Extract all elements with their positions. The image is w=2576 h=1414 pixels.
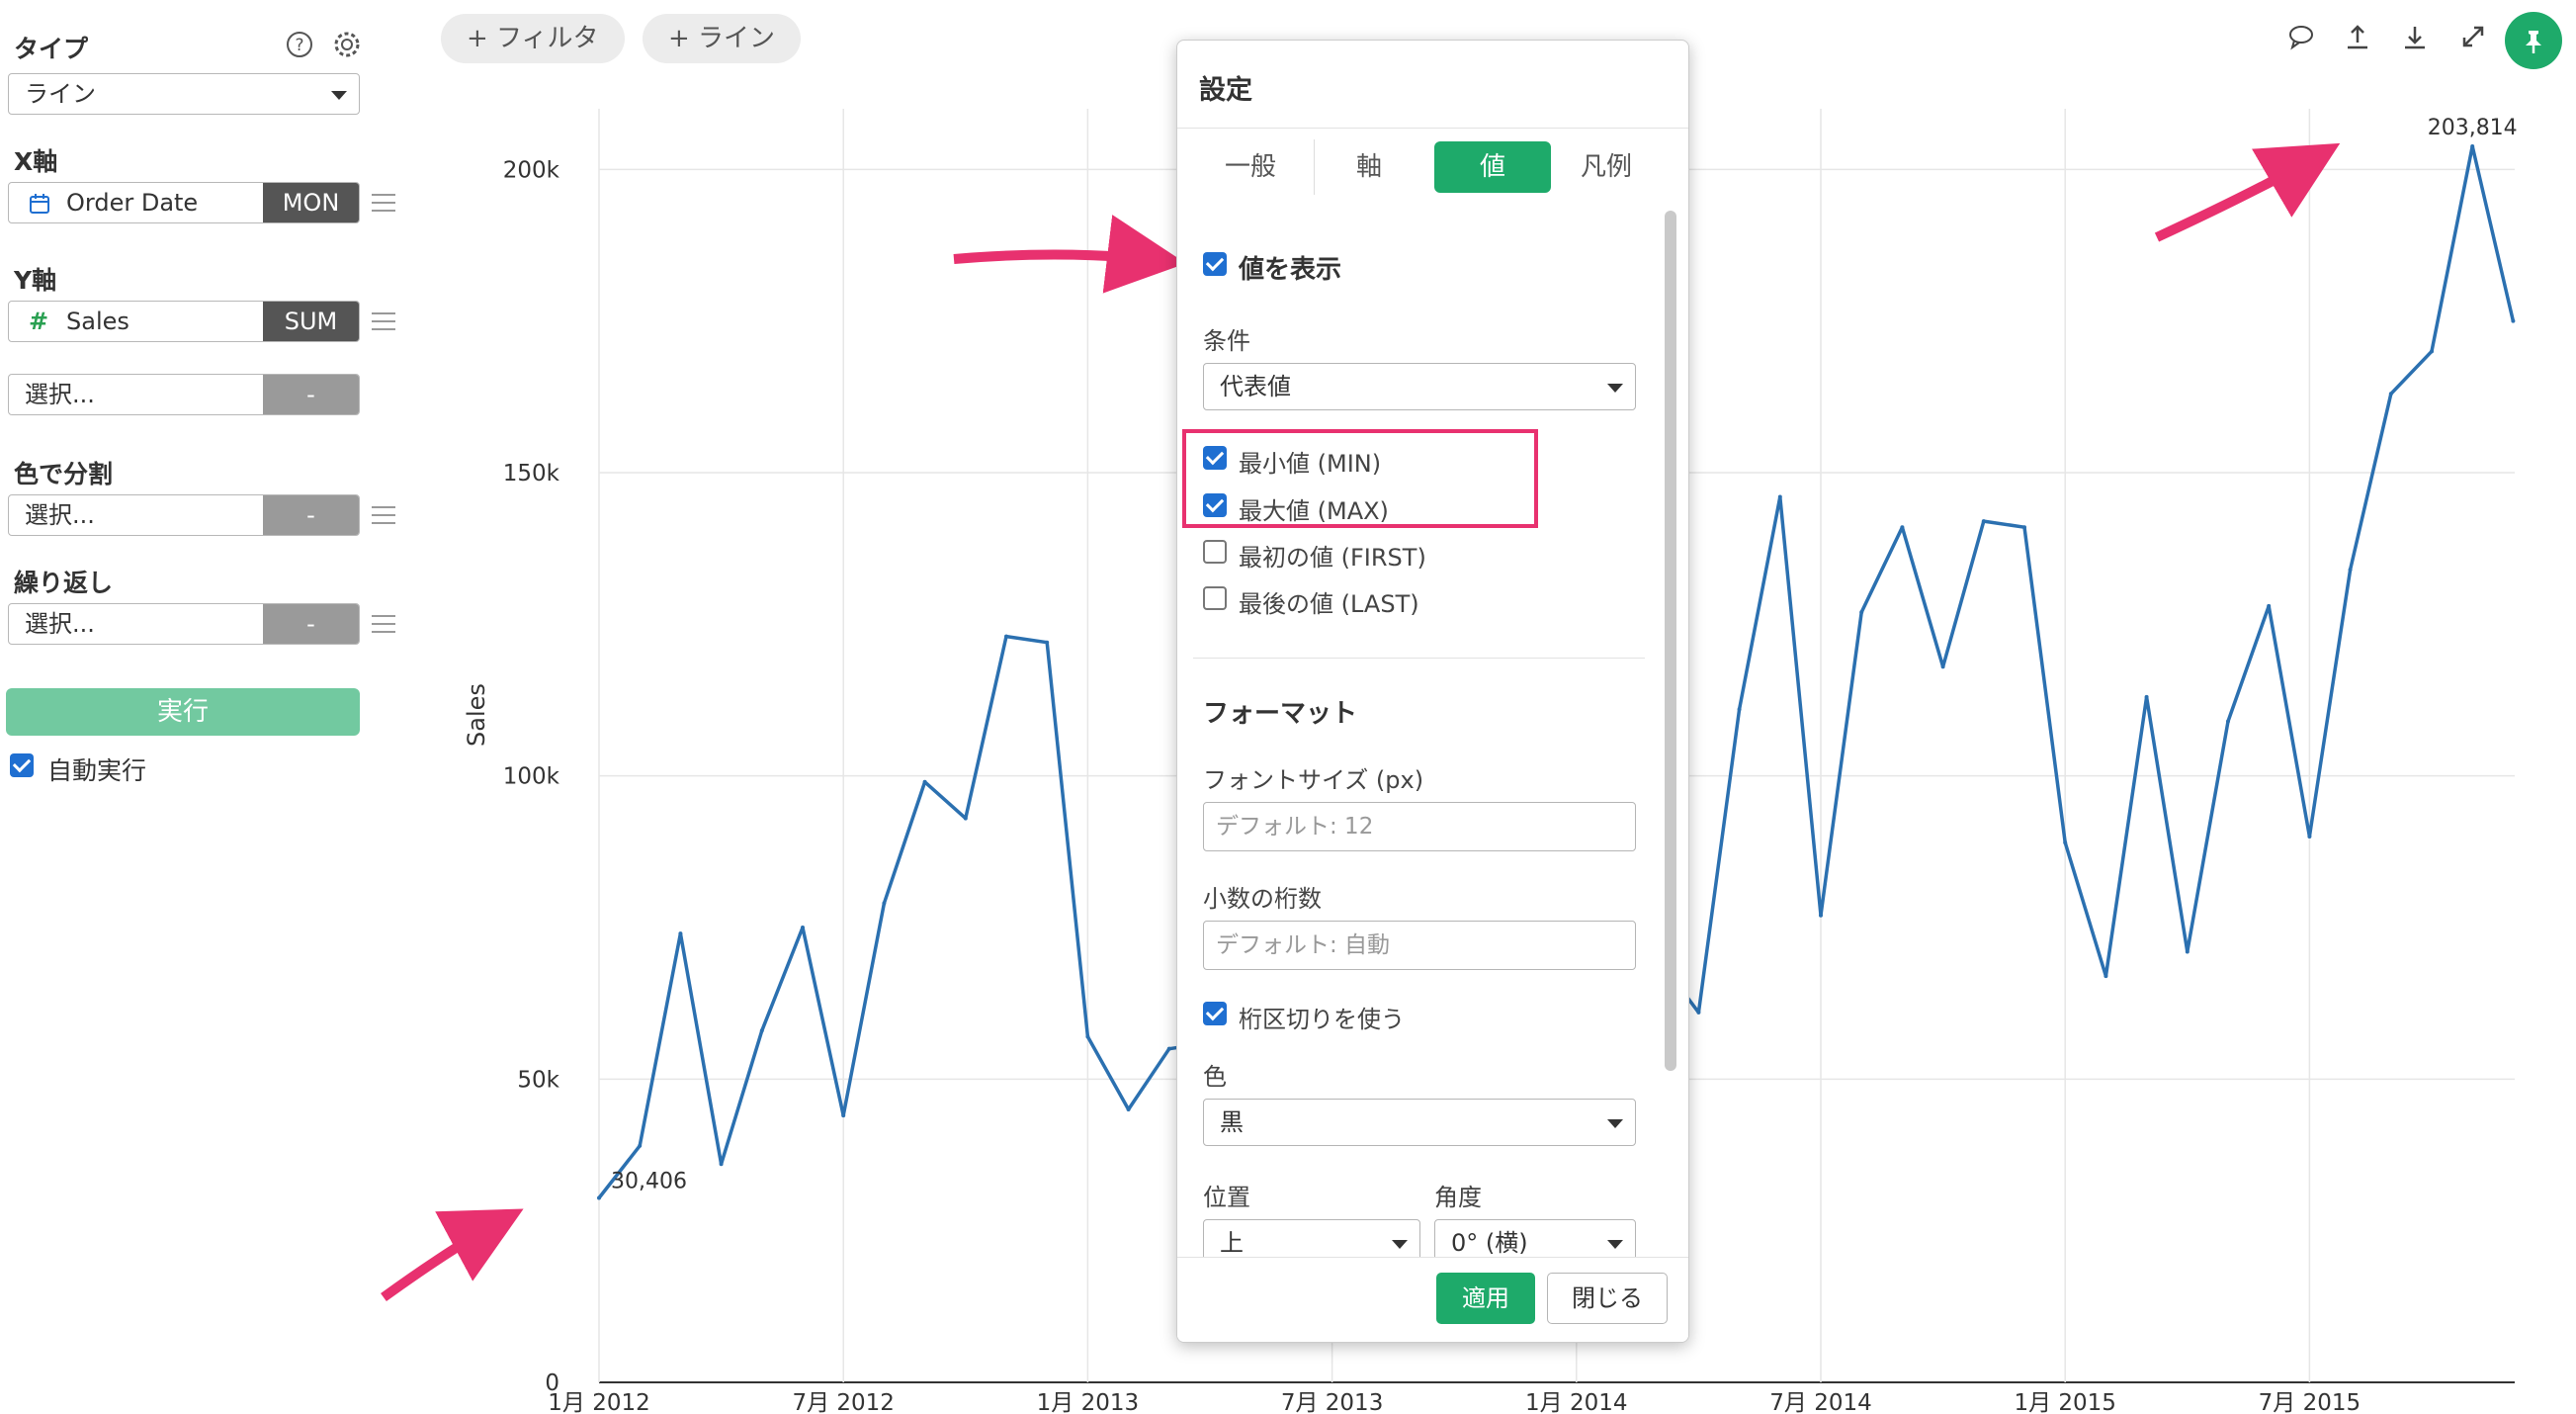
data-point (1819, 913, 1823, 918)
min-max-highlight-box (1182, 429, 1538, 528)
x-axis-ticks: 1月 2012 7月 2012 1月 2013 7月 2013 1月 2014 7月 20… (548, 1390, 2361, 1414)
y-tick-label: 150k (503, 461, 560, 486)
data-point (2388, 392, 2393, 397)
data-point (1126, 1107, 1131, 1111)
first-value-label: 最初の値 (FIRST) (1239, 544, 1426, 572)
color-value: 黒 (1220, 1108, 1244, 1136)
thousands-separator-checkbox[interactable] (1203, 1002, 1227, 1025)
divider (1314, 139, 1315, 195)
tab-axis[interactable]: 軸 (1324, 141, 1415, 193)
settings-modal: 設定 一般 軸 値 凡例 値を表示 条件 代表値 最小値 (MIN) 最大値 (… (1176, 40, 1689, 1343)
data-point (719, 1162, 724, 1167)
chevron-down-icon (1607, 1119, 1623, 1128)
data-point (2185, 949, 2190, 954)
x-tick-label: 1月 2012 (548, 1390, 649, 1414)
data-point (1981, 519, 1986, 524)
data-point (1737, 707, 1742, 712)
font-size-input[interactable]: デフォルト: 12 (1203, 802, 1636, 851)
decimals-input[interactable]: デフォルト: 自動 (1203, 921, 1636, 970)
decimals-label: 小数の桁数 (1203, 885, 1322, 913)
divider (1193, 658, 1645, 659)
x-tick-label: 1月 2013 (1037, 1390, 1139, 1414)
data-point (2022, 525, 2026, 530)
position-label: 位置 (1203, 1184, 1250, 1211)
data-point (1777, 494, 1782, 499)
min-value-label: 30,406 (611, 1170, 687, 1194)
data-point (2430, 349, 2434, 354)
data-point (2063, 840, 2068, 845)
decimals-placeholder: デフォルト: 自動 (1216, 932, 1391, 958)
x-tick-label: 7月 2013 (1281, 1390, 1383, 1414)
modal-scrollbar[interactable] (1665, 211, 1676, 1071)
close-button[interactable]: 閉じる (1547, 1273, 1668, 1324)
data-point (2470, 143, 2475, 148)
color-label: 色 (1203, 1063, 1227, 1091)
y-tick-label: 50k (517, 1067, 559, 1093)
first-value-checkbox[interactable] (1203, 540, 1227, 564)
data-point (2348, 568, 2353, 573)
angle-label: 角度 (1434, 1184, 1482, 1211)
apply-button[interactable]: 適用 (1436, 1273, 1535, 1324)
data-point (1166, 1046, 1171, 1051)
data-point (2307, 835, 2312, 839)
y-tick-label: 100k (503, 764, 560, 790)
last-value-label: 最後の値 (LAST) (1239, 590, 1419, 618)
font-size-placeholder: デフォルト: 12 (1216, 814, 1374, 840)
data-point (597, 1195, 601, 1200)
color-select[interactable]: 黒 (1203, 1099, 1636, 1146)
show-values-checkbox[interactable] (1203, 252, 1227, 276)
max-value-label: 203,814 (2428, 116, 2518, 140)
data-point (801, 926, 805, 929)
data-point (678, 931, 683, 936)
data-point (1004, 634, 1008, 639)
condition-label: 条件 (1203, 327, 1250, 355)
data-point (963, 816, 968, 821)
tab-values[interactable]: 値 (1434, 141, 1551, 193)
data-point (638, 1143, 643, 1148)
condition-value: 代表値 (1220, 373, 1291, 400)
data-point (2511, 318, 2516, 323)
show-values-label: 値を表示 (1239, 255, 1342, 285)
font-size-label: フォントサイズ (px) (1203, 766, 1424, 794)
data-point (1045, 640, 1050, 645)
data-point (1940, 664, 1945, 669)
data-point (2104, 974, 2108, 979)
data-point (2144, 694, 2149, 699)
x-tick-label: 7月 2015 (2259, 1390, 2361, 1414)
last-value-checkbox[interactable] (1203, 586, 1227, 610)
divider (1177, 128, 1688, 129)
x-tick-label: 7月 2012 (792, 1390, 894, 1414)
x-tick-label: 7月 2014 (1769, 1390, 1871, 1414)
data-point (1900, 525, 1905, 530)
condition-select[interactable]: 代表値 (1203, 363, 1636, 410)
data-point (1696, 1010, 1701, 1015)
data-point (759, 1028, 764, 1033)
tab-legend[interactable]: 凡例 (1565, 141, 1648, 193)
modal-title: 設定 (1199, 75, 1252, 106)
y-axis-ticks: 050k100k150k200k (503, 157, 560, 1396)
chevron-down-icon (1607, 1240, 1623, 1249)
data-point (1085, 1034, 1090, 1039)
chevron-down-icon (1392, 1240, 1408, 1249)
x-tick-label: 1月 2015 (2014, 1390, 2115, 1414)
data-point (2226, 719, 2230, 724)
thousands-separator-label: 桁区切りを使う (1239, 1006, 1405, 1033)
data-point (2267, 603, 2272, 608)
y-tick-label: 200k (503, 157, 560, 183)
chevron-down-icon (1607, 384, 1623, 393)
data-point (882, 901, 887, 906)
tab-general[interactable]: 一般 (1209, 141, 1292, 193)
y-axis-title: Sales (463, 683, 490, 747)
x-tick-label: 1月 2014 (1525, 1390, 1627, 1414)
data-point (841, 1113, 846, 1118)
format-heading: フォーマット (1203, 699, 1358, 729)
data-point (1859, 610, 1864, 615)
data-point (922, 779, 927, 784)
